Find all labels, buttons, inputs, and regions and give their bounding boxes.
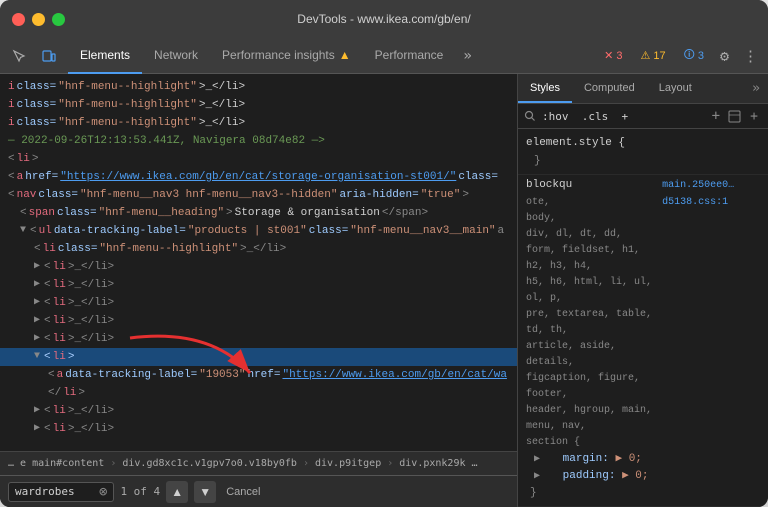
dom-line: <li class="hnf-menu--highlight">_</li> xyxy=(0,240,517,258)
inspect-element-button[interactable] xyxy=(6,43,32,69)
dom-line: <a href="https://www.ikea.com/gb/en/cat/… xyxy=(0,168,517,186)
dom-panel-inner: i class="hnf-menu--highlight">_</li> i c… xyxy=(0,74,517,507)
styles-tab-more[interactable]: » xyxy=(744,74,768,103)
dom-line: ▶ <li>_</li> xyxy=(0,312,517,330)
dom-line: i class="hnf-menu--highlight">_</li> xyxy=(0,114,517,132)
dom-line: — 2022-09-26T12:13:53.441Z, Navigera 08d… xyxy=(0,132,517,150)
css-rule-element-style: element.style { } xyxy=(518,133,768,175)
styles-tabs: Styles Computed Layout » xyxy=(518,74,768,104)
breadcrumb-item[interactable]: div.p9itgep xyxy=(315,458,381,469)
tab-computed[interactable]: Computed xyxy=(572,74,647,103)
window-controls xyxy=(12,13,65,26)
search-clear-button[interactable]: ⊗ xyxy=(99,485,107,499)
dom-line: ▶ <li>_</li> xyxy=(0,402,517,420)
styles-content: element.style { } blockqu ote, body, div… xyxy=(518,129,768,507)
css-source-link[interactable]: main.250ee0…d5138.css:1 xyxy=(662,177,760,211)
search-count: 1 of 4 xyxy=(120,485,160,498)
device-toolbar-button[interactable] xyxy=(36,43,62,69)
warning-count: 17 xyxy=(653,50,665,62)
performance-insights-icon: ▲ xyxy=(339,48,351,62)
breadcrumb-bar: … e main#content › div.gd8xc1c.v1gpv7o0.… xyxy=(0,451,517,475)
dom-line: i class="hnf-menu--highlight">_</li> xyxy=(0,96,517,114)
devtools-toolbar: Elements Network Performance insights ▲ … xyxy=(0,38,768,74)
close-button[interactable] xyxy=(12,13,25,26)
devtools-window: DevTools - www.ikea.com/gb/en/ Elements xyxy=(0,0,768,507)
filter-search-icon xyxy=(524,110,536,122)
window-title: DevTools - www.ikea.com/gb/en/ xyxy=(297,12,470,26)
dom-line: ▶ <li>_</li> xyxy=(0,420,517,438)
search-input-wrap: ⊗ xyxy=(8,482,114,502)
add-style-rule-icon[interactable]: + xyxy=(712,108,720,124)
toolbar-icons xyxy=(6,43,62,69)
search-bar: ⊗ 1 of 4 ▲ ▼ Cancel xyxy=(0,475,517,507)
tab-network[interactable]: Network xyxy=(142,38,210,74)
tab-elements[interactable]: Elements xyxy=(68,38,142,74)
devtools-tabs: Elements Network Performance insights ▲ … xyxy=(68,38,596,74)
dom-line: <span class="hnf-menu__heading"> Storage… xyxy=(0,204,517,222)
dom-line: ▶ <li>_</li> xyxy=(0,294,517,312)
tab-layout[interactable]: Layout xyxy=(647,74,704,103)
search-input[interactable] xyxy=(15,485,95,498)
search-prev-button[interactable]: ▲ xyxy=(166,481,188,503)
css-rule-blockqu: blockqu ote, body, div, dl, dt, dd, form… xyxy=(518,175,768,507)
warning-icon: ⚠ xyxy=(640,49,650,62)
devtools-main: i class="hnf-menu--highlight">_</li> i c… xyxy=(0,74,768,507)
element-state-icon[interactable] xyxy=(726,108,742,124)
dom-line: </li> xyxy=(0,384,517,402)
tab-styles[interactable]: Styles xyxy=(518,74,572,103)
tab-more-button[interactable]: » xyxy=(455,38,479,74)
info-count: 3 xyxy=(698,50,704,62)
search-next-button[interactable]: ▼ xyxy=(194,481,216,503)
styles-filter: + + xyxy=(518,104,768,129)
minimize-button[interactable] xyxy=(32,13,45,26)
filter-icons: + xyxy=(726,108,762,124)
dom-line: ▶ <li>_</li> xyxy=(0,330,517,348)
new-style-rule-icon[interactable]: + xyxy=(746,108,762,124)
warning-badge[interactable]: ⚠ 17 xyxy=(634,47,671,64)
tab-performance[interactable]: Performance xyxy=(363,38,456,74)
toolbar-right: ✕ 3 ⚠ 17 🛈 3 ⚙ ⋮ xyxy=(598,44,762,67)
dom-line: i class="hnf-menu--highlight">_</li> xyxy=(0,78,517,96)
error-icon: ✕ xyxy=(604,49,613,62)
search-cancel-button[interactable]: Cancel xyxy=(226,486,260,498)
dom-line: ▶ <li>_</li> xyxy=(0,276,517,294)
error-badge[interactable]: ✕ 3 xyxy=(598,47,628,64)
info-icon: 🛈 xyxy=(684,46,695,65)
tab-performance-insights-label: Performance insights xyxy=(222,48,335,62)
more-options-icon[interactable]: ⋮ xyxy=(739,47,762,65)
dom-panel: i class="hnf-menu--highlight">_</li> i c… xyxy=(0,74,518,507)
settings-icon[interactable]: ⚙ xyxy=(716,47,733,65)
dom-line: <li> xyxy=(0,150,517,168)
info-badge[interactable]: 🛈 3 xyxy=(678,44,710,67)
error-count: 3 xyxy=(616,50,622,62)
tab-performance-insights[interactable]: Performance insights ▲ xyxy=(210,38,363,74)
dom-line: ▶ <li>_</li> xyxy=(0,258,517,276)
css-selector: element.style { xyxy=(526,135,760,152)
breadcrumb-item[interactable]: div.gd8xc1c.v1gpv7o0.v18by0fb xyxy=(122,458,297,469)
breadcrumb-item[interactable]: … e main#content xyxy=(8,458,104,469)
maximize-button[interactable] xyxy=(52,13,65,26)
title-bar: DevTools - www.ikea.com/gb/en/ xyxy=(0,0,768,38)
breadcrumb-item[interactable]: div.pxnk29k … xyxy=(399,458,477,469)
styles-panel: Styles Computed Layout » + xyxy=(518,74,768,507)
dom-content[interactable]: i class="hnf-menu--highlight">_</li> i c… xyxy=(0,74,517,451)
styles-filter-input[interactable] xyxy=(542,110,706,123)
dom-line-selected[interactable]: ▼ <li> xyxy=(0,348,517,366)
dom-line: ▼ <ul data-tracking-label="products | st… xyxy=(0,222,517,240)
dom-line: <nav class="hnf-menu__nav3 hnf-menu__nav… xyxy=(0,186,517,204)
dom-line: <a data-tracking-label="19053" href="htt… xyxy=(0,366,517,384)
